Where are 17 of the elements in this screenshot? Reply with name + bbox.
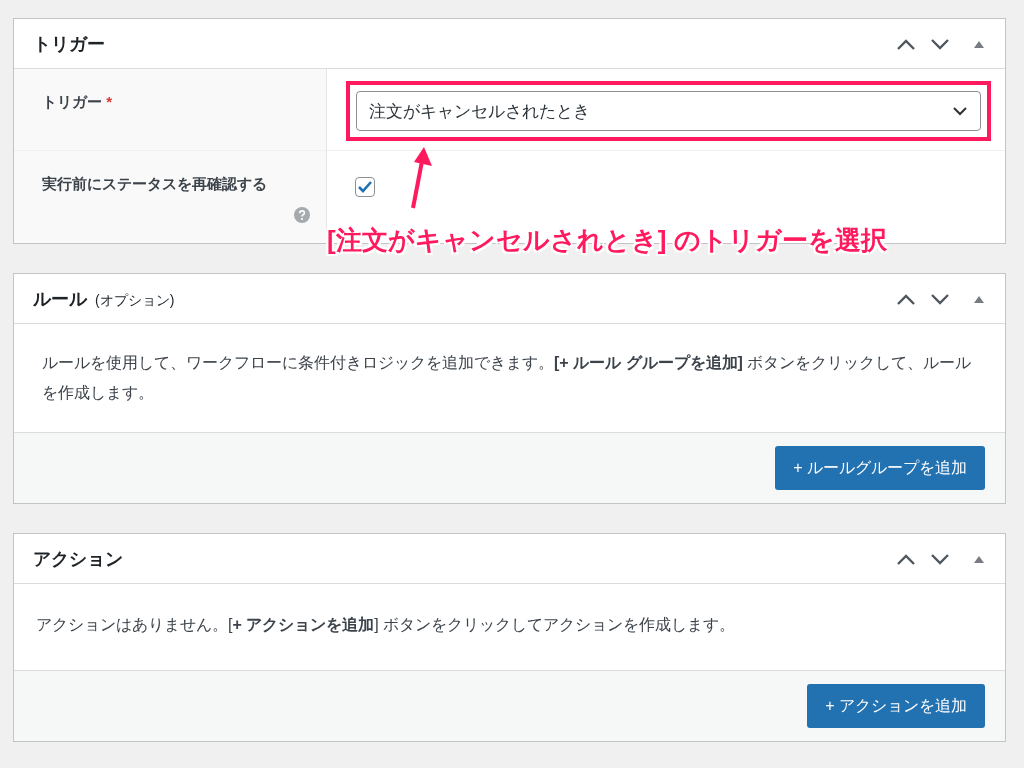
panel-subtitle: (オプション) (95, 291, 175, 310)
move-down-icon[interactable] (929, 36, 951, 51)
field-label: トリガー * (42, 92, 113, 112)
trigger-select[interactable]: 注文がキャンセルされたとき (356, 91, 981, 131)
add-button[interactable]: + アクションを追加 (807, 684, 985, 728)
panel-title: アクション (33, 547, 123, 571)
move-down-icon[interactable] (929, 551, 951, 566)
description-text: アクションはありません。[+ アクションを追加] ボタンをクリックしてアクションを作成します。 (36, 615, 737, 635)
panel-title: ルール (33, 287, 87, 311)
annotation-text: [注文がキャンセルされとき] のトリガーを選択 (327, 224, 887, 257)
panel-title: トリガー (33, 32, 105, 56)
description-text: ルールを使用して、ワークフローに条件付きロジックを追加できます。[+ ルール グループを追加] ボタンをクリックして、ルールを作成します。 (42, 353, 973, 403)
add-button[interactable]: + ルールグループを追加 (775, 446, 985, 490)
move-down-icon[interactable] (929, 291, 951, 306)
checkbox[interactable] (355, 177, 375, 197)
chevron-down-icon (952, 106, 968, 116)
field-label: 実行前にステータスを再確認する (42, 174, 268, 194)
